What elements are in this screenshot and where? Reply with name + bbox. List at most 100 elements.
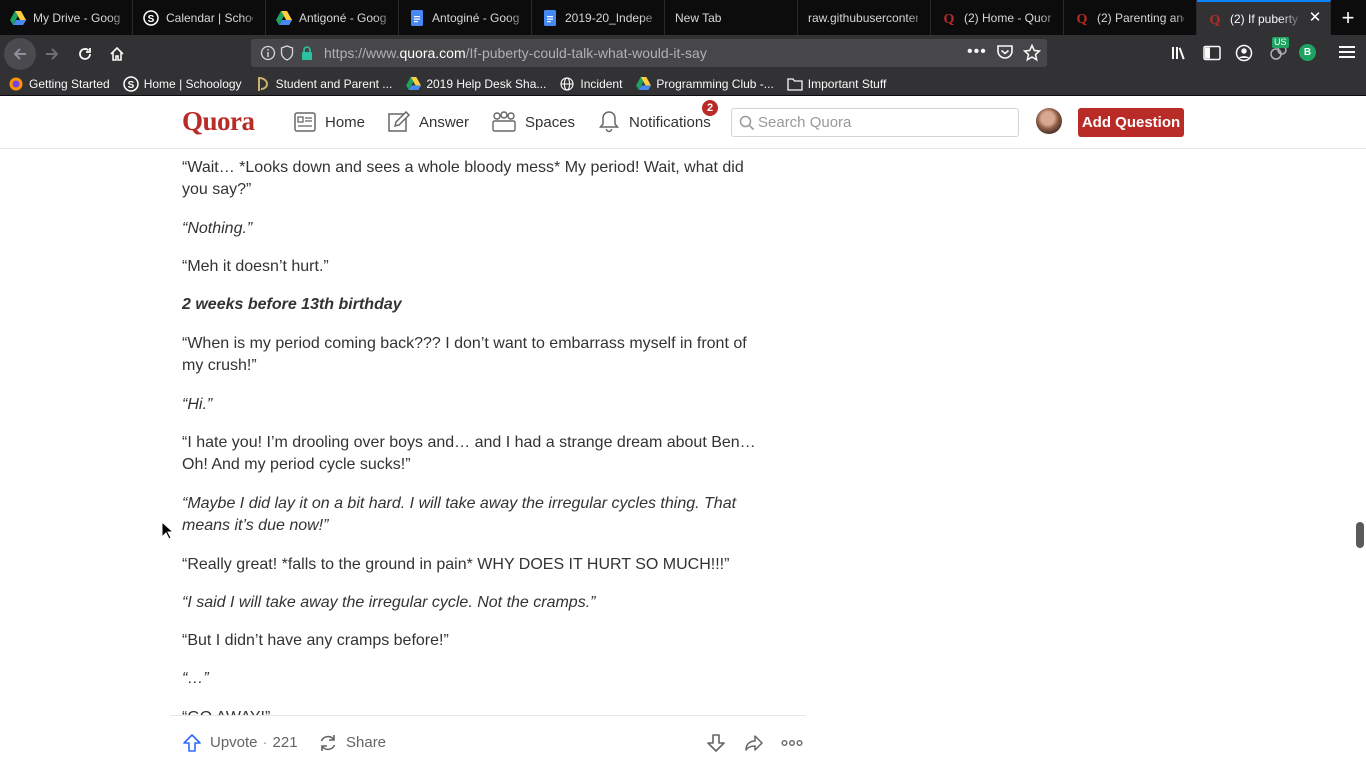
home-feed-icon bbox=[293, 110, 317, 134]
back-button[interactable] bbox=[4, 38, 36, 70]
bookmark-star-icon[interactable] bbox=[1022, 43, 1042, 67]
tracking-shield-icon[interactable] bbox=[280, 45, 294, 66]
svg-text:Q: Q bbox=[1210, 13, 1221, 26]
answer-paragraph: “Meh it doesn’t hurt.” bbox=[182, 258, 329, 275]
info-icon[interactable] bbox=[260, 45, 276, 66]
answer-paragraph: “Wait… *Looks down and sees a whole bloo… bbox=[182, 159, 744, 198]
new-tab-button[interactable]: + bbox=[1331, 0, 1365, 35]
mouse-cursor-icon bbox=[161, 521, 175, 540]
tab-label: 2019-20_Indepen bbox=[565, 10, 652, 25]
share-button[interactable]: Share bbox=[318, 716, 386, 769]
home-icon bbox=[110, 46, 124, 61]
profile-avatar[interactable]: B bbox=[1299, 44, 1316, 61]
nav-answer[interactable]: Answer bbox=[387, 96, 469, 148]
bookmark-label: Home | Schoology bbox=[143, 76, 242, 91]
bookmark-folder[interactable]: Important Stuff bbox=[787, 76, 887, 92]
browser-tab[interactable]: My Drive - Google bbox=[0, 0, 133, 35]
browser-tab[interactable]: Antigoné - Googl bbox=[266, 0, 399, 35]
google-drive-icon bbox=[405, 76, 421, 92]
share-arrow-button[interactable] bbox=[744, 716, 772, 769]
reload-icon bbox=[79, 48, 91, 60]
nav-spaces-label: Spaces bbox=[525, 113, 576, 131]
notification-badge: 2 bbox=[701, 99, 719, 117]
home-button[interactable] bbox=[105, 42, 129, 66]
bookmark-item[interactable]: Incident bbox=[559, 76, 622, 92]
extension-badge: US bbox=[1272, 37, 1289, 48]
downvote-arrow-icon bbox=[707, 733, 725, 752]
tab-label: Calendar | School bbox=[166, 10, 253, 25]
bookmark-item[interactable]: Getting Started bbox=[8, 76, 110, 92]
browser-tab[interactable]: raw.githubuserconten bbox=[798, 0, 931, 35]
bookmark-item[interactable]: Programming Club -... bbox=[635, 76, 774, 92]
upvote-label: Upvote bbox=[210, 734, 258, 751]
quora-logo[interactable]: Quora bbox=[182, 106, 255, 137]
svg-text:Q: Q bbox=[944, 12, 955, 25]
nav-spaces[interactable]: Spaces bbox=[491, 96, 575, 148]
tab-label: My Drive - Google bbox=[33, 10, 120, 25]
bookmark-item[interactable]: 2019 Help Desk Sha... bbox=[405, 76, 546, 92]
bookmark-item[interactable]: Student and Parent ... bbox=[255, 76, 392, 92]
search-input[interactable]: Search Quora bbox=[731, 108, 1019, 137]
answer-subheading: 2 weeks before 13th birthday bbox=[182, 296, 402, 313]
google-docs-icon bbox=[542, 9, 558, 26]
nav-home[interactable]: Home bbox=[293, 96, 365, 148]
answer-paragraph: “Nothing.” bbox=[182, 220, 253, 237]
tab-label: Antoginé - Googl bbox=[432, 10, 519, 25]
more-dots-icon bbox=[781, 739, 803, 746]
library-icon[interactable] bbox=[1171, 45, 1189, 61]
answer-paragraph: “GO AWAY!” bbox=[182, 707, 772, 715]
tab-label: (2) Parenting and bbox=[1097, 10, 1184, 25]
answer-paragraph: “I said I will take away the irregular c… bbox=[182, 594, 596, 611]
browser-tab[interactable]: Antoginé - Googl bbox=[399, 0, 532, 35]
page-scrollbar-thumb[interactable] bbox=[1356, 522, 1364, 548]
tab-label: New Tab bbox=[675, 10, 722, 25]
close-icon[interactable]: ✕ bbox=[1308, 10, 1322, 25]
downvote-button[interactable] bbox=[706, 716, 734, 769]
answer-paragraph: “Hi.” bbox=[182, 396, 213, 413]
nav-notifications[interactable]: Notifications bbox=[597, 96, 711, 148]
answer-paragraph: “But I didn’t have any cramps before!” bbox=[182, 632, 449, 649]
quora-icon: Q bbox=[941, 10, 957, 26]
lock-icon[interactable] bbox=[301, 45, 313, 66]
url-bar[interactable]: https://www.quora.com/If-puberty-could-t… bbox=[251, 39, 1047, 67]
pencil-icon bbox=[387, 110, 411, 134]
browser-tab-active[interactable]: Q (2) If puberty ✕ bbox=[1197, 0, 1331, 35]
url-text: https://www.quora.com/If-puberty-could-t… bbox=[324, 45, 707, 61]
page-actions-icon[interactable]: ••• bbox=[967, 43, 987, 61]
browser-tab-bar: My Drive - Google S Calendar | School An… bbox=[0, 0, 1366, 35]
menu-icon[interactable] bbox=[1339, 45, 1355, 59]
browser-nav-bar: https://www.quora.com/If-puberty-could-t… bbox=[0, 35, 1366, 72]
svg-text:Q: Q bbox=[1077, 12, 1088, 25]
leaf-icon bbox=[255, 76, 271, 92]
bookmark-item[interactable]: S Home | Schoology bbox=[122, 75, 242, 92]
forward-button[interactable] bbox=[40, 42, 64, 66]
answer-content: “Wait… *Looks down and sees a whole bloo… bbox=[182, 149, 782, 715]
arrow-right-icon bbox=[46, 48, 59, 60]
upvote-count: 221 bbox=[272, 734, 298, 751]
google-drive-icon bbox=[635, 76, 651, 92]
reload-button[interactable] bbox=[73, 42, 97, 66]
bookmark-label: Important Stuff bbox=[807, 76, 887, 91]
upvote-button[interactable]: Upvote · 221 bbox=[182, 716, 298, 769]
more-options-button[interactable] bbox=[781, 716, 811, 769]
svg-text:S: S bbox=[148, 14, 155, 25]
answer-paragraph: “I hate you! I’m drooling over boys and…… bbox=[182, 434, 756, 473]
browser-tab[interactable]: Q (2) Home - Quora bbox=[931, 0, 1064, 35]
folder-icon bbox=[787, 76, 803, 92]
browser-tab[interactable]: Q (2) Parenting and bbox=[1064, 0, 1197, 35]
pocket-icon[interactable] bbox=[996, 44, 1014, 65]
nav-answer-label: Answer bbox=[419, 113, 470, 131]
browser-tab[interactable]: S Calendar | School bbox=[133, 0, 266, 35]
quora-header: Quora Home Answer Spaces Notifications 2… bbox=[0, 96, 1366, 149]
nav-notifications-label: Notifications bbox=[629, 113, 711, 131]
add-question-button[interactable]: Add Question bbox=[1078, 108, 1184, 137]
browser-tab[interactable]: New Tab bbox=[665, 0, 798, 35]
upvote-arrow-icon bbox=[183, 733, 201, 752]
user-avatar[interactable] bbox=[1036, 108, 1062, 134]
bell-icon bbox=[597, 110, 621, 134]
sidebar-icon[interactable] bbox=[1203, 45, 1221, 61]
account-icon[interactable] bbox=[1235, 44, 1253, 62]
bookmark-label: Programming Club -... bbox=[656, 76, 774, 91]
browser-tab[interactable]: 2019-20_Indepen bbox=[532, 0, 665, 35]
extension-button[interactable]: US bbox=[1266, 37, 1292, 64]
